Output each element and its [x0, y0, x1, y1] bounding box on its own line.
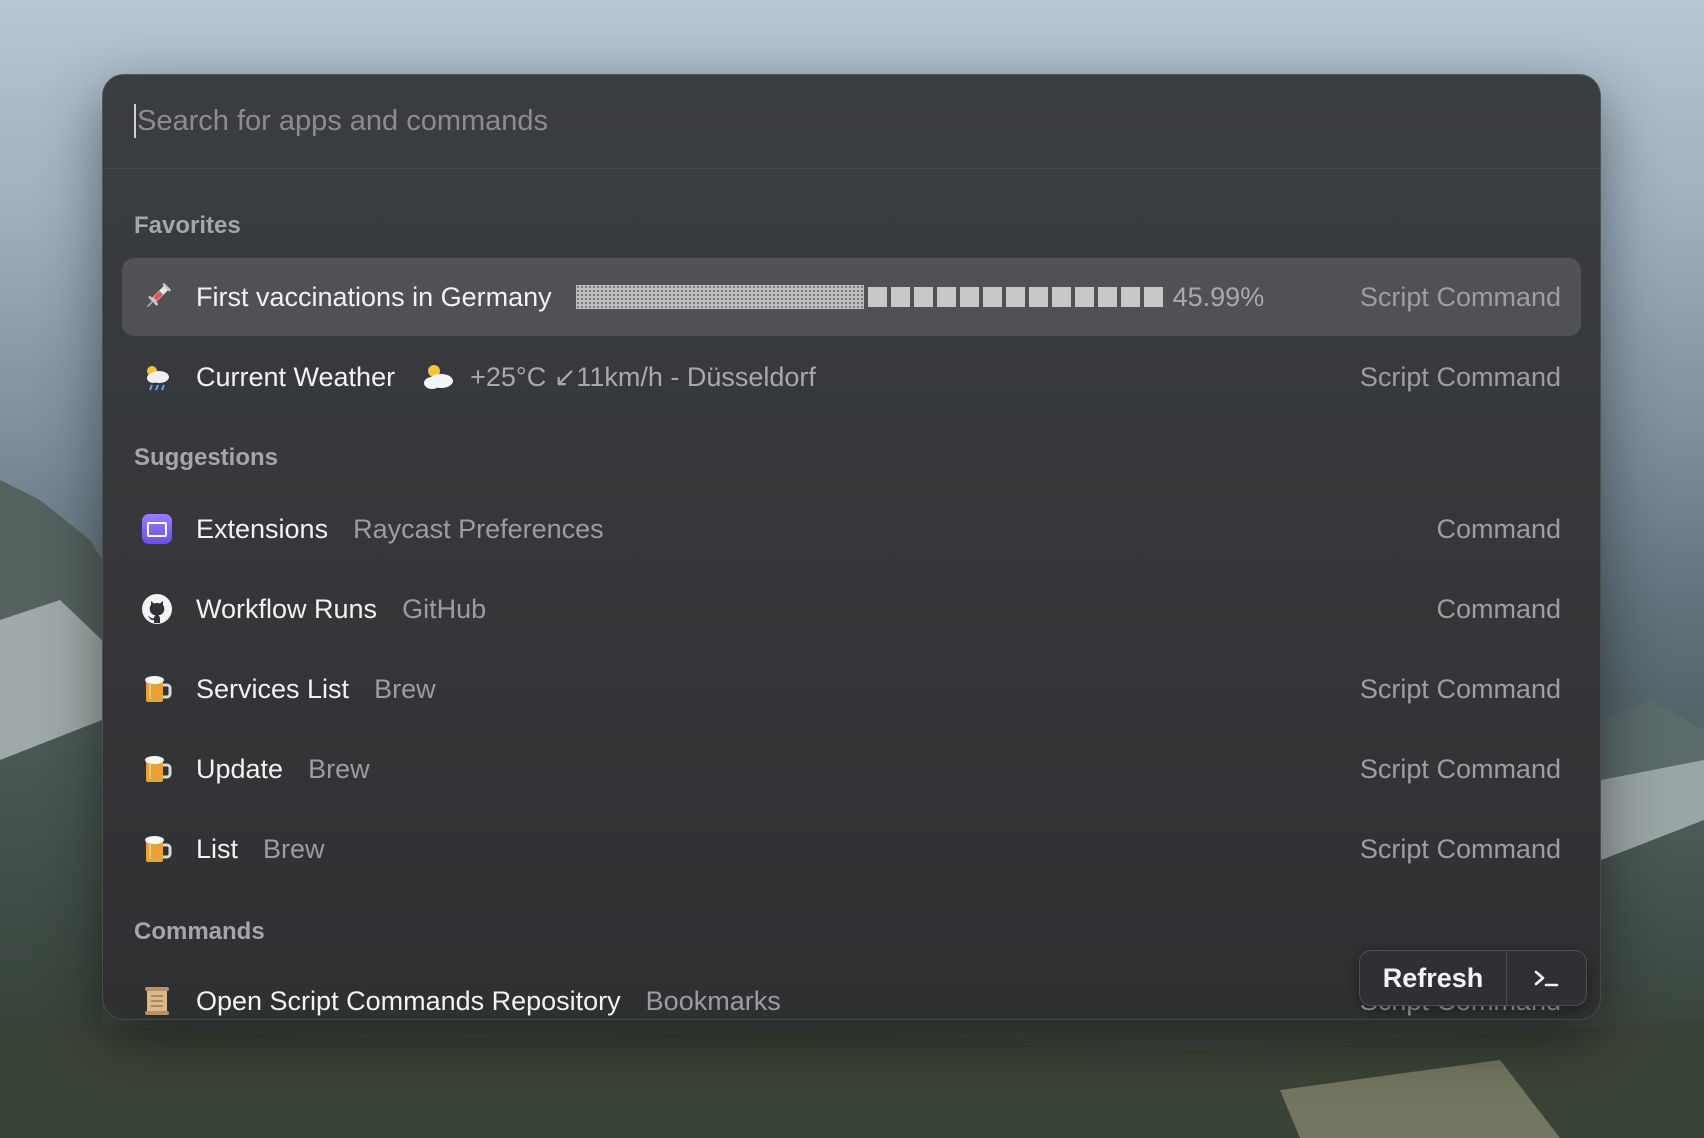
item-type-label: Script Command: [1359, 281, 1561, 312]
progress-empty-cells: [867, 287, 1163, 307]
beer-mug-icon: [138, 670, 176, 708]
list-item-workflow-runs[interactable]: Workflow Runs GitHub Command: [122, 570, 1581, 648]
item-title: List: [196, 833, 239, 864]
section-title-suggestions: Suggestions: [134, 444, 279, 471]
item-title: Extensions: [196, 513, 329, 544]
item-title: Current Weather: [196, 361, 396, 392]
progress-filled-segment: [575, 285, 864, 309]
item-type-label: Script Command: [1359, 673, 1561, 704]
item-subtitle: Brew: [263, 833, 325, 864]
terminal-button[interactable]: [1507, 951, 1586, 1005]
extensions-icon: [138, 510, 176, 548]
item-subtitle: Bookmarks: [645, 985, 781, 1016]
scroll-icon: [138, 982, 176, 1020]
github-icon: [138, 590, 176, 628]
item-subtitle: Raycast Preferences: [353, 513, 604, 544]
progress-percent-label: 45.99%: [1172, 281, 1265, 312]
item-title: Workflow Runs: [196, 593, 378, 624]
item-title: Open Script Commands Repository: [196, 985, 621, 1016]
list-item-current-weather[interactable]: Current Weather +25°C ↙11km/h - Düsseldo…: [122, 338, 1581, 416]
item-title: Services List: [196, 673, 350, 704]
item-type-label: Script Command: [1359, 833, 1561, 864]
sun-behind-cloud-icon: [420, 362, 456, 392]
beer-mug-icon: [138, 830, 176, 868]
item-subtitle: Brew: [308, 753, 370, 784]
weather-accessory: +25°C ↙11km/h - Düsseldorf: [420, 362, 816, 393]
list-item-extensions[interactable]: Extensions Raycast Preferences Command: [122, 490, 1581, 568]
beer-mug-icon: [138, 750, 176, 788]
item-type-label: Command: [1436, 513, 1561, 544]
item-type-label: Script Command: [1359, 361, 1561, 392]
syringe-icon: [138, 278, 176, 316]
terminal-icon: [1533, 967, 1561, 989]
raycast-window: Favorites First vaccinations in Germany: [102, 74, 1601, 1020]
item-type-label: Command: [1436, 593, 1561, 624]
search-bar: [102, 74, 1601, 169]
section-title-commands: Commands: [134, 918, 265, 945]
item-title: First vaccinations in Germany: [196, 281, 552, 312]
text-caret: [134, 104, 136, 138]
refresh-button[interactable]: Refresh: [1360, 951, 1507, 1005]
item-title: Update: [196, 753, 284, 784]
vaccination-progress-bar: 45.99%: [575, 281, 1265, 313]
action-bar: Refresh: [1359, 950, 1587, 1006]
list-item-first-vaccinations[interactable]: First vaccinations in Germany 45.99% Scr…: [122, 258, 1581, 336]
item-subtitle: GitHub: [402, 593, 487, 624]
list-item-list[interactable]: List Brew Script Command: [122, 810, 1581, 888]
section-title-favorites: Favorites: [134, 212, 241, 239]
list-item-services-list[interactable]: Services List Brew Script Command: [122, 650, 1581, 728]
weather-text: +25°C ↙11km/h - Düsseldorf: [470, 361, 816, 392]
item-type-label: Script Command: [1359, 753, 1561, 784]
list-item-update[interactable]: Update Brew Script Command: [122, 730, 1581, 808]
weather-cloud-rain-icon: [138, 358, 176, 396]
search-input[interactable]: [137, 104, 1037, 138]
item-subtitle: Brew: [374, 673, 436, 704]
